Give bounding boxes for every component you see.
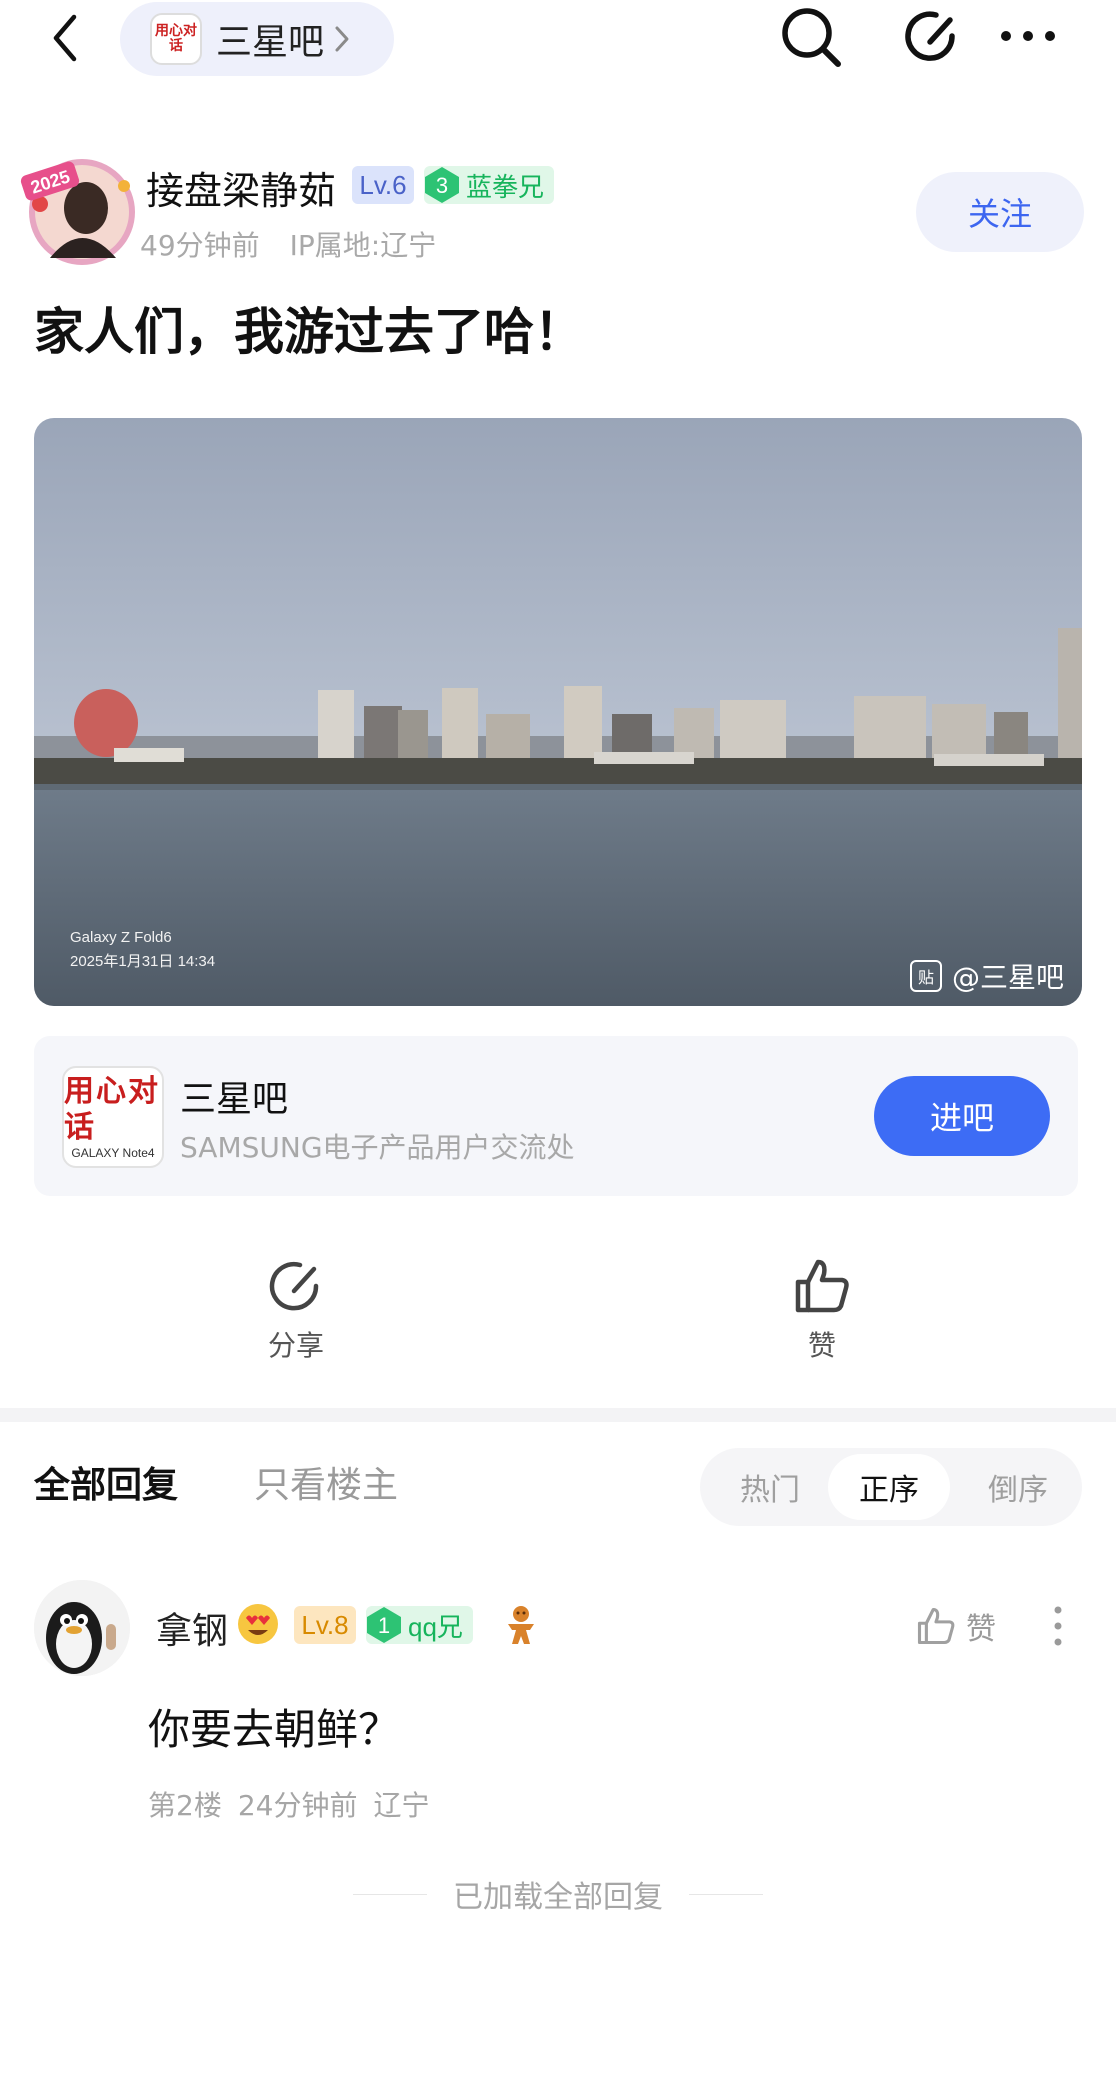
share-action[interactable]: 分享 — [236, 1254, 356, 1364]
more-button[interactable] — [998, 14, 1058, 58]
post-time: 49分钟前 — [140, 229, 260, 262]
search-button[interactable] — [778, 4, 846, 72]
reply-time: 24分钟前 — [237, 1789, 358, 1822]
reply-title-text: qq兄 — [408, 1611, 463, 1642]
reply-author-name[interactable]: 拿钢 — [156, 1602, 228, 1654]
sort-hot[interactable]: 热门 — [720, 1448, 820, 1526]
divider-line — [353, 1893, 427, 1895]
svg-text:3: 3 — [436, 173, 448, 198]
tieba-logo-icon: 贴 — [909, 960, 942, 992]
tab-all-replies[interactable]: 全部回复 — [34, 1456, 178, 1508]
reply-title-badge: 1 qq兄 — [366, 1606, 473, 1644]
reply-like-button[interactable]: 赞 — [914, 1604, 996, 1648]
share-label: 分享 — [267, 1329, 324, 1362]
post-image[interactable]: Galaxy Z Fold6 2025年1月31日 14:34 贴 @三星吧 — [34, 418, 1082, 1006]
reply-meta: 第2楼 24分钟前 辽宁 — [148, 1784, 429, 1824]
chevron-right-icon — [334, 22, 354, 56]
photo-timestamp: 2025年1月31日 14:34 — [70, 953, 216, 970]
reply-level-badge: Lv.8 — [294, 1606, 356, 1644]
heart-eyes-emoji-icon — [238, 1604, 278, 1644]
post-title: 家人们，我游过去了哈！ — [34, 303, 584, 361]
follow-button[interactable]: 关注 — [916, 172, 1084, 252]
reply-avatar[interactable] — [34, 1580, 130, 1676]
like-label: 赞 — [807, 1329, 836, 1362]
forum-pill[interactable]: 用心对话 三星吧 — [120, 2, 394, 76]
loaded-all-text: 已加载全部回复 — [453, 1880, 663, 1915]
photo-exif: Galaxy Z Fold6 2025年1月31日 14:34 — [70, 926, 215, 974]
sort-descending[interactable]: 倒序 — [968, 1448, 1068, 1526]
photo-watermark: 贴 @三星吧 — [909, 956, 1064, 996]
author-avatar[interactable]: 2025 — [20, 148, 138, 268]
level-badge: Lv.6 — [352, 166, 414, 204]
share-icon — [269, 1261, 319, 1311]
reply-like-label: 赞 — [966, 1612, 996, 1647]
thumbs-up-icon — [795, 1259, 849, 1313]
share-icon — [905, 11, 955, 61]
section-divider — [0, 1408, 1116, 1422]
reply-floor: 第2楼 — [148, 1789, 222, 1822]
photo-camera: Galaxy Z Fold6 — [70, 929, 172, 946]
reply-content: 你要去朝鲜？ — [148, 1705, 401, 1754]
more-dots-icon — [1001, 31, 1055, 41]
title-text: 蓝拳兄 — [466, 172, 545, 203]
sort-ascending[interactable]: 正序 — [828, 1454, 950, 1520]
top-bar: 用心对话 三星吧 — [0, 0, 1116, 80]
share-top-button[interactable] — [902, 6, 964, 68]
author-name[interactable]: 接盘梁静茹 — [146, 160, 336, 215]
thumbs-up-icon — [917, 1607, 955, 1645]
tab-op-only[interactable]: 只看楼主 — [254, 1456, 398, 1508]
enter-forum-button[interactable]: 进吧 — [874, 1076, 1050, 1156]
gem-icon: 3 — [425, 167, 459, 203]
ip-location: IP属地:辽宁 — [289, 229, 437, 262]
forum-logo: 用心对话 — [150, 13, 202, 65]
loaded-all-indicator: 已加载全部回复 — [0, 1872, 1116, 1916]
more-vertical-icon[interactable] — [1050, 1604, 1066, 1648]
divider-line — [689, 1893, 763, 1895]
search-icon — [782, 8, 841, 67]
reply-location: 辽宁 — [373, 1789, 430, 1822]
forum-card-description: SAMSUNG电子产品用户交流处 — [180, 1131, 575, 1164]
gem-icon: 1 — [367, 1607, 401, 1643]
forum-card-logo-text: 用心对话 — [64, 1074, 160, 1145]
watermark-text: @三星吧 — [951, 961, 1064, 994]
sort-switcher: 热门 正序 倒序 — [700, 1448, 1082, 1526]
post-meta: 49分钟前 IP属地:辽宁 — [140, 224, 436, 264]
gingerbread-icon — [508, 1606, 534, 1644]
svg-text:1: 1 — [378, 1613, 390, 1638]
like-action[interactable]: 赞 — [762, 1254, 882, 1364]
back-button[interactable] — [40, 10, 90, 66]
forum-name: 三星吧 — [216, 22, 325, 63]
title-badge: 3 蓝拳兄 — [424, 166, 555, 204]
forum-card[interactable]: 用心对话 GALAXY Note4 三星吧 SAMSUNG电子产品用户交流处 进… — [34, 1036, 1078, 1196]
forum-card-logo-sub: GALAXY Note4 — [71, 1146, 155, 1160]
forum-card-logo: 用心对话 GALAXY Note4 — [62, 1066, 164, 1168]
forum-card-name: 三星吧 — [180, 1079, 289, 1120]
chevron-left-icon — [53, 14, 77, 62]
